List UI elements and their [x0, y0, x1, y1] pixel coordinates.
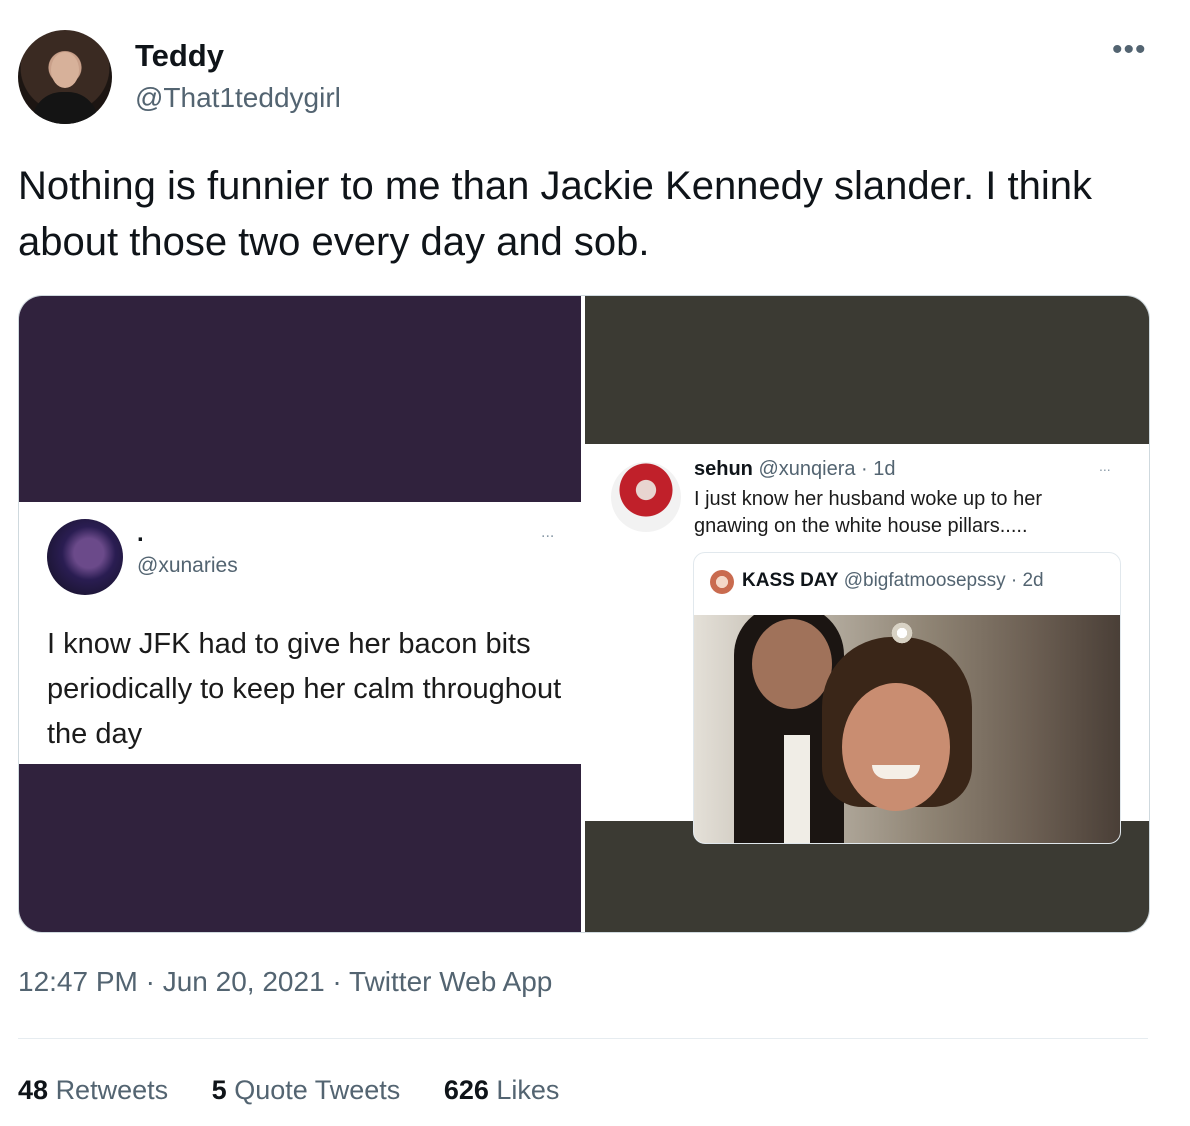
- retweets-stat[interactable]: 48 Retweets: [18, 1075, 168, 1106]
- quoted-photo: [694, 615, 1120, 843]
- embedded-avatar: [611, 462, 681, 532]
- embedded-display-name: .: [137, 520, 144, 547]
- embedded-tweet-left: . @xunaries ... I know JFK had to give h…: [19, 502, 581, 764]
- quote-tweets-count: 5: [211, 1075, 227, 1105]
- photo-smile: [872, 765, 920, 779]
- quote-tweets-label: Quote Tweets: [234, 1075, 401, 1105]
- embedded-handle: @xunaries: [137, 554, 238, 577]
- photo-shirt: [784, 735, 810, 843]
- author-handle[interactable]: @That1teddygirl: [135, 82, 341, 114]
- embedded-avatar: [47, 519, 123, 595]
- media-image-right[interactable]: sehun @xunqiera · 1d ... I just know her…: [585, 296, 1149, 932]
- likes-count: 626: [443, 1075, 489, 1105]
- media-image-left[interactable]: . @xunaries ... I know JFK had to give h…: [19, 296, 581, 932]
- tweet-text: Nothing is funnier to me than Jackie Ken…: [18, 164, 1092, 264]
- likes-stat[interactable]: 626 Likes: [444, 1075, 560, 1106]
- author-avatar[interactable]: [18, 30, 112, 124]
- embedded-tweet-text: I know JFK had to give her bacon bits pe…: [47, 628, 562, 750]
- divider: [18, 1038, 1148, 1039]
- photo-man-face: [752, 619, 832, 709]
- quoted-display-name: KASS DAY: [742, 570, 839, 591]
- avatar-face: [51, 52, 79, 88]
- avatar-body: [32, 92, 98, 124]
- quoted-avatar: [710, 570, 734, 594]
- quote-tweets-stat[interactable]: 5 Quote Tweets: [212, 1075, 401, 1106]
- retweets-label: Retweets: [55, 1075, 169, 1105]
- more-horizontal-icon[interactable]: •••: [1112, 35, 1147, 65]
- quoted-header: KASS DAY @bigfatmoosepssy · 2d: [742, 570, 1044, 592]
- photo-face: [842, 683, 950, 811]
- photo-tiara: [890, 621, 914, 645]
- embedded-meta: @xunqiera · 1d: [758, 458, 896, 480]
- embedded-more-icon: ...: [541, 524, 555, 541]
- tweet-timestamp[interactable]: 12:47 PM · Jun 20, 2021 · Twitter Web Ap…: [18, 966, 552, 998]
- quoted-meta: @bigfatmoosepssy · 2d: [843, 570, 1044, 591]
- embedded-more-icon: ...: [1099, 458, 1111, 474]
- quoted-tweet: KASS DAY @bigfatmoosepssy · 2d: [693, 552, 1121, 844]
- tweet-media[interactable]: . @xunaries ... I know JFK had to give h…: [18, 295, 1150, 933]
- embedded-header: sehun @xunqiera · 1d: [694, 458, 896, 481]
- tweet-stats: 48 Retweets 5 Quote Tweets 626 Likes: [18, 1075, 595, 1106]
- embedded-display-name: sehun: [694, 458, 753, 480]
- embedded-tweet-text: I just know her husband woke up to her g…: [694, 488, 1042, 537]
- embedded-tweet-right: sehun @xunqiera · 1d ... I just know her…: [585, 444, 1149, 844]
- author-display-name[interactable]: Teddy: [135, 38, 224, 74]
- retweets-count: 48: [18, 1075, 49, 1105]
- likes-label: Likes: [496, 1075, 560, 1105]
